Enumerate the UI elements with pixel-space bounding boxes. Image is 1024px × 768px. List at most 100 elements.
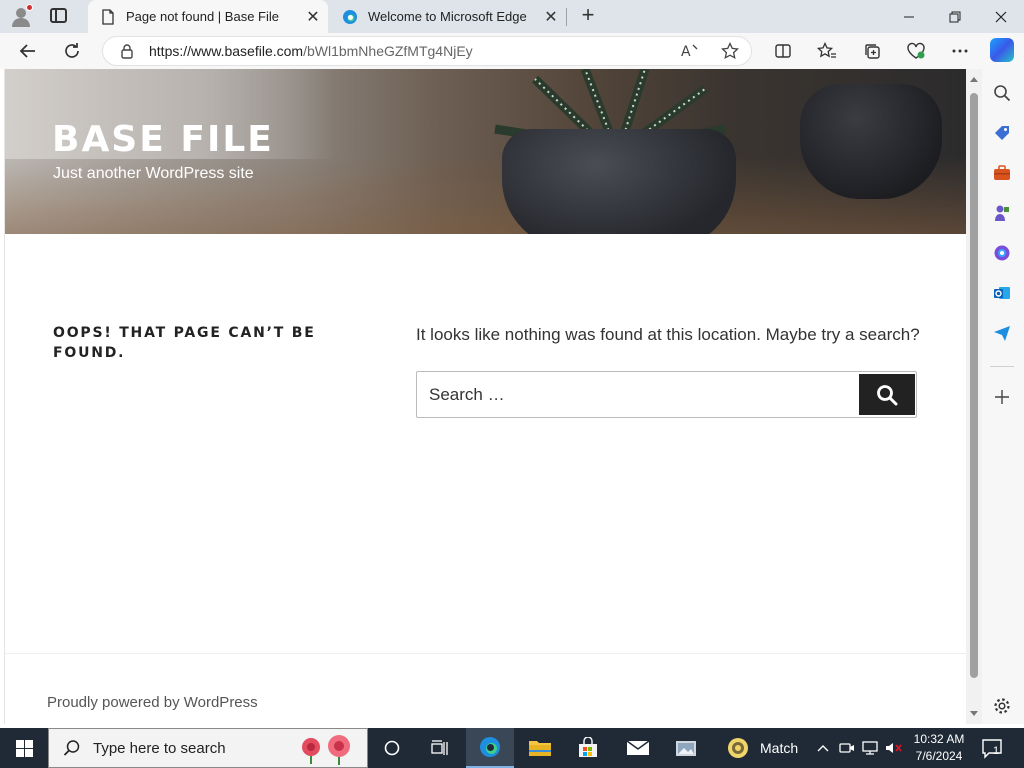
collections-button[interactable]: [858, 37, 886, 65]
edge-logo-icon: [343, 9, 357, 24]
taskbar-clock[interactable]: 10:32 AM 7/6/2024: [906, 731, 972, 765]
microsoft-365-icon[interactable]: [992, 243, 1012, 263]
footer-powered-by-link[interactable]: Proudly powered by WordPress: [47, 694, 258, 711]
minimize-icon: [904, 16, 914, 17]
clock-time: 10:32 AM: [913, 732, 965, 746]
search-button[interactable]: [859, 374, 915, 415]
url-path: /bWl1bmNheGZfMTg4NjEy: [303, 43, 473, 59]
close-window-button[interactable]: [978, 0, 1024, 33]
refresh-icon: [65, 43, 79, 58]
page-scrollbar[interactable]: [966, 69, 982, 724]
favorites-icon: [817, 42, 836, 58]
search-form: [416, 371, 917, 418]
more-options-button[interactable]: [946, 37, 974, 65]
new-tab-button[interactable]: +: [576, 4, 600, 28]
news-widget-label: Match: [760, 740, 799, 756]
url-text: https://www.basefile.com/bWl1bmNheGZfMTg…: [149, 43, 473, 59]
back-button[interactable]: [14, 37, 42, 65]
roses-decoration-icon: [302, 735, 350, 765]
address-bar[interactable]: https://www.basefile.com/bWl1bmNheGZfMTg…: [102, 36, 752, 66]
tab-page-not-found[interactable]: Page not found | Base File ✕: [88, 0, 328, 33]
notification-count: 1: [993, 745, 1000, 757]
close-tab-icon[interactable]: ✕: [298, 7, 328, 27]
split-screen-icon: [775, 44, 791, 58]
split-screen-button[interactable]: [769, 37, 797, 65]
favorite-star-button[interactable]: [716, 37, 744, 65]
tray-meet-now-button[interactable]: [836, 728, 858, 768]
taskbar-mail-app[interactable]: [614, 728, 662, 768]
volume-muted-icon: [886, 743, 902, 753]
close-tab-icon[interactable]: ✕: [536, 7, 566, 27]
notification-icon: [982, 739, 1002, 759]
action-center-button[interactable]: 1: [980, 736, 1004, 760]
games-chess-icon[interactable]: [992, 203, 1012, 223]
scroll-up-arrow-icon[interactable]: [970, 77, 978, 82]
sidebar-settings-gear-icon[interactable]: [992, 696, 1012, 716]
network-monitor-icon: [862, 741, 878, 755]
photo-viewer-icon: [676, 741, 696, 756]
sidebar-divider: [990, 366, 1014, 367]
taskbar-search-placeholder: Type here to search: [93, 739, 226, 757]
collections-icon: [865, 44, 880, 59]
scroll-down-arrow-icon[interactable]: [970, 711, 978, 716]
header-hero-image: BASE FILE Just another WordPress site: [5, 69, 966, 234]
search-icon: [877, 384, 898, 405]
folder-icon: [529, 741, 551, 756]
site-tagline: Just another WordPress site: [53, 165, 254, 182]
restore-button[interactable]: [932, 0, 978, 33]
svg-text:A: A: [681, 44, 691, 60]
tools-briefcase-icon[interactable]: [992, 163, 1012, 183]
taskbar-photo-app[interactable]: [662, 728, 710, 768]
site-title[interactable]: BASE FILE: [52, 119, 274, 160]
sports-ball-icon: [728, 738, 748, 758]
search-input[interactable]: [417, 372, 857, 417]
taskbar-edge-app[interactable]: [466, 728, 514, 768]
tab-welcome-edge[interactable]: Welcome to Microsoft Edge ✕: [330, 0, 566, 33]
show-hidden-icons-button[interactable]: [812, 728, 834, 768]
scrollbar-thumb[interactable]: [970, 93, 978, 678]
browser-essentials-button[interactable]: [902, 37, 930, 65]
start-button[interactable]: [0, 728, 48, 768]
read-aloud-button[interactable]: A: [676, 37, 704, 65]
tray-volume-button[interactable]: [882, 728, 906, 768]
windows-logo-icon: [15, 739, 33, 757]
profile-avatar-icon[interactable]: [10, 4, 33, 27]
windows-taskbar: Type here to search Match 10:32 AM 7/6/2…: [0, 728, 1024, 768]
taskbar-search-box[interactable]: Type here to search: [48, 728, 368, 768]
cortana-button[interactable]: [368, 728, 416, 768]
copilot-icon[interactable]: [990, 38, 1014, 62]
taskbar-file-explorer-app[interactable]: [516, 728, 564, 768]
favorites-button[interactable]: [813, 37, 841, 65]
close-icon: [995, 11, 1007, 22]
mail-envelope-icon: [626, 740, 650, 755]
search-icon: [63, 740, 80, 756]
add-sidebar-app-icon[interactable]: [992, 387, 1012, 407]
drop-send-icon[interactable]: [992, 323, 1012, 343]
footer-divider: [5, 653, 966, 654]
more-dots-icon: [952, 49, 968, 53]
lock-icon[interactable]: [119, 43, 135, 59]
taskbar-store-app[interactable]: [564, 728, 612, 768]
outlook-icon[interactable]: [992, 283, 1012, 303]
shopping-tag-icon[interactable]: [992, 123, 1012, 143]
meet-camera-icon: [839, 743, 854, 753]
tab-actions-icon[interactable]: [50, 8, 67, 23]
tab-divider: [566, 8, 567, 26]
page-title: OOPS! THAT PAGE CAN’T BE FOUND.: [53, 325, 316, 361]
store-bag-icon: [579, 737, 597, 757]
hero-plant-pot-right: [800, 84, 942, 199]
refresh-button[interactable]: [58, 37, 86, 65]
sidebar-search-icon[interactable]: [992, 83, 1012, 103]
restore-icon: [949, 11, 961, 22]
tab-title: Welcome to Microsoft Edge: [368, 9, 527, 24]
read-aloud-icon: A: [681, 44, 698, 60]
taskbar-news-widget[interactable]: Match: [726, 728, 798, 768]
cortana-circle-icon: [384, 740, 400, 756]
task-view-button[interactable]: [416, 728, 464, 768]
tray-network-button[interactable]: [858, 728, 882, 768]
hero-plant-pot: [502, 129, 736, 234]
task-view-icon: [431, 740, 448, 755]
minimize-button[interactable]: [886, 0, 932, 33]
edge-sidebar: [982, 69, 1024, 724]
star-outline-icon: [721, 42, 739, 60]
